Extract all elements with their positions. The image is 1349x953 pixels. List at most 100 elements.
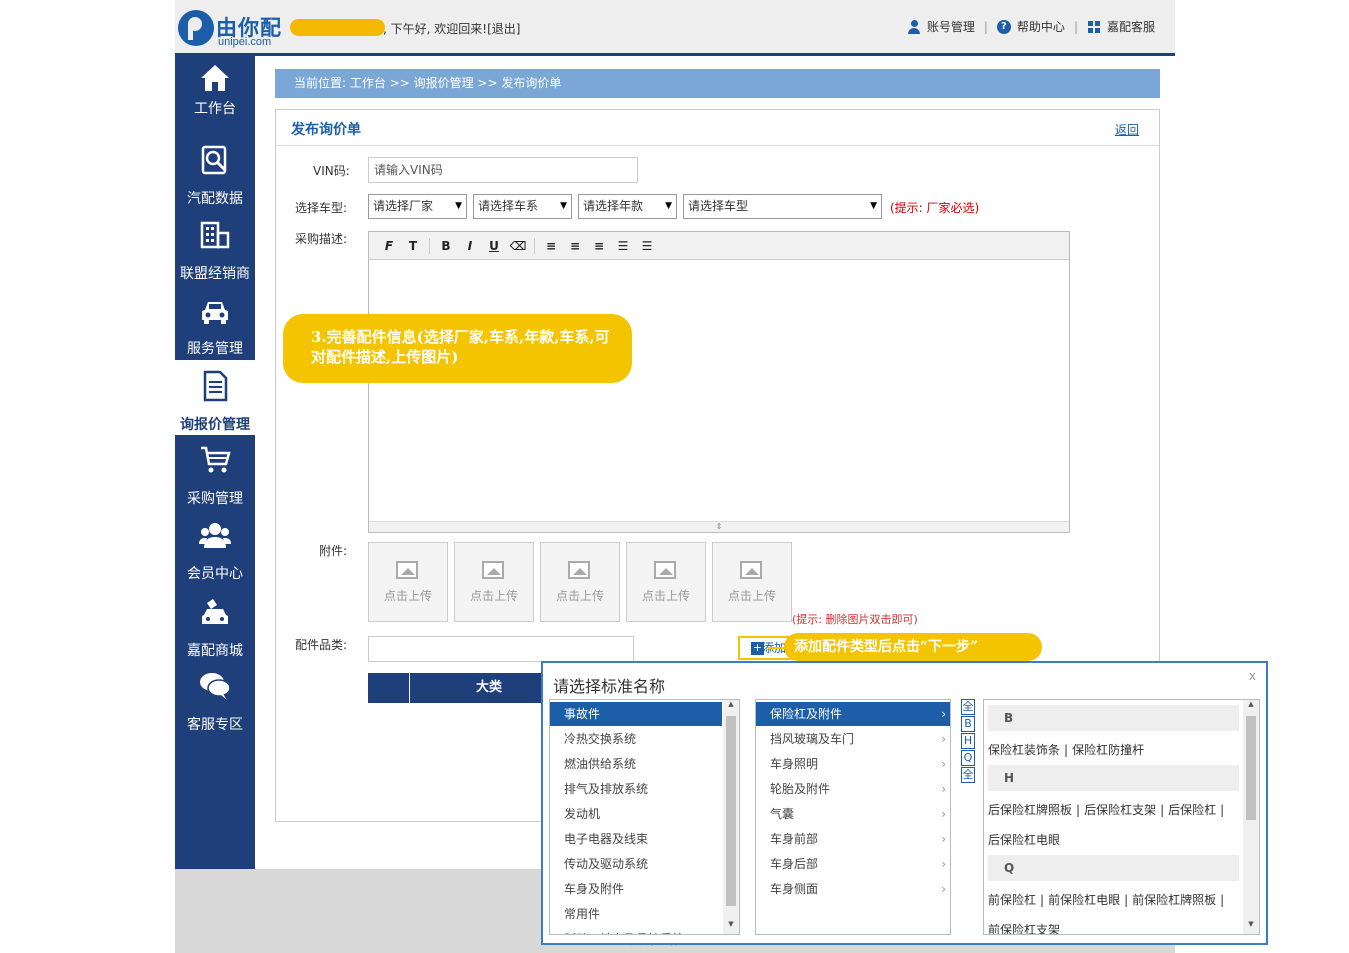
list-item[interactable]: 挡风玻璃及车门 › xyxy=(756,727,950,751)
search-doc-icon xyxy=(201,145,227,175)
bold-button[interactable]: B xyxy=(434,239,458,253)
scroll-up-icon[interactable]: ▲ xyxy=(1243,700,1259,714)
list-item[interactable]: 气囊 › xyxy=(756,802,950,826)
italic-button[interactable]: I xyxy=(458,239,482,253)
name-option[interactable]: 保险杠装饰条 xyxy=(988,743,1060,757)
name-option[interactable]: 保险杠防撞杆 xyxy=(1072,743,1144,757)
name-option[interactable]: 前保险杠支架 xyxy=(988,923,1060,934)
list-item-label: 保险杠及附件 xyxy=(770,707,843,721)
link-divider: | xyxy=(1073,19,1078,34)
scroll-thumb[interactable] xyxy=(726,716,736,906)
name-option[interactable]: 前保险杠电眼 xyxy=(1048,893,1120,907)
sidebar-item-service[interactable]: 服务管理 xyxy=(175,290,255,365)
name-option[interactable]: 前保险杠牌照板 xyxy=(1132,893,1216,907)
upload-slot[interactable]: 点击上传 xyxy=(626,542,706,622)
letter-filter-all[interactable]: 全 xyxy=(961,699,975,715)
align-center-button[interactable]: ≡ xyxy=(563,239,587,253)
font-size-button[interactable]: T xyxy=(401,239,425,253)
logo-mark-icon xyxy=(178,10,214,46)
back-link[interactable]: 返回 xyxy=(1115,121,1139,138)
list-item[interactable]: 传动及驱动系统 xyxy=(550,852,722,876)
sidebar-item-workbench[interactable]: 工作台 xyxy=(175,56,255,131)
name-option[interactable]: 后保险杠支架 xyxy=(1084,803,1156,817)
clear-format-button[interactable]: ⌫ xyxy=(506,239,530,253)
list-item[interactable]: 常用件 xyxy=(550,902,722,926)
list-item-label: 车身后部 xyxy=(770,857,819,871)
list-item[interactable]: 车身后部 › xyxy=(756,852,950,876)
step3-callout: 3.完善配件信息(选择厂家,车系,年款,车系,可对配件描述,上传图片) xyxy=(283,314,632,383)
maker-select[interactable]: 请选择厂家 ▼ xyxy=(368,194,467,219)
list-item[interactable]: 保险杠及附件 › xyxy=(756,702,950,726)
list-item[interactable]: 冷热交换系统 xyxy=(550,727,722,751)
vin-input[interactable]: 请输入VIN码 xyxy=(368,157,638,183)
service-link[interactable]: 嘉配客服 xyxy=(1087,18,1155,35)
editor-resize-grip[interactable]: ⇕ xyxy=(369,521,1069,532)
upload-slot[interactable]: 点击上传 xyxy=(540,542,620,622)
ordered-list-button[interactable]: ☰ xyxy=(611,239,635,253)
scroll-thumb[interactable] xyxy=(1246,716,1256,820)
scroll-up-icon[interactable]: ▲ xyxy=(723,700,739,714)
category-list-scrollbar[interactable]: ▲ ▼ xyxy=(723,700,739,934)
list-item[interactable]: 发动机 xyxy=(550,802,722,826)
name-option[interactable]: 后保险杠电眼 xyxy=(988,833,1060,847)
list-item[interactable]: 车身前部 › xyxy=(756,827,950,851)
list-item[interactable]: 制动、转向及悬挂系统 xyxy=(550,927,722,934)
chevron-right-icon: › xyxy=(941,882,946,896)
unipei-logo[interactable]: 由你配 unipei.com xyxy=(178,10,288,50)
table-header-cell xyxy=(368,673,410,703)
name-option[interactable]: 后保险杠 xyxy=(1168,803,1216,817)
year-select[interactable]: 请选择年款 ▼ xyxy=(578,194,677,219)
user-icon xyxy=(907,19,921,34)
align-left-button[interactable]: ≡ xyxy=(539,239,563,253)
panel-header: 发布询价单 返回 xyxy=(276,110,1159,146)
cart-icon xyxy=(201,446,231,473)
scroll-down-icon[interactable]: ▼ xyxy=(1243,920,1259,934)
upload-slot[interactable]: 点击上传 xyxy=(454,542,534,622)
name-option[interactable]: 前保险杠 xyxy=(988,893,1036,907)
group-header: Q xyxy=(988,855,1239,881)
name-option[interactable]: 后保险杠牌照板 xyxy=(988,803,1072,817)
sidebar-item-dealers[interactable]: 联盟经销商 xyxy=(175,213,255,288)
model-select[interactable]: 请选择车型 ▼ xyxy=(683,194,882,219)
sidebar-item-inquiry[interactable]: 询报价管理 xyxy=(175,360,255,435)
sidebar-item-support[interactable]: 客服专区 xyxy=(175,666,255,741)
list-item[interactable]: 排气及排放系统 xyxy=(550,777,722,801)
list-item-label: 轮胎及附件 xyxy=(770,782,831,796)
letter-filter-q[interactable]: Q xyxy=(961,750,975,766)
name-list-scrollbar[interactable]: ▲ ▼ xyxy=(1243,700,1259,934)
upload-slot[interactable]: 点击上传 xyxy=(368,542,448,622)
underline-button[interactable]: U xyxy=(482,239,506,253)
list-item[interactable]: 事故件 xyxy=(550,702,722,726)
group-items: 前保险杠 | 前保险杠电眼 | 前保险杠牌照板 | 前保险杠支架 xyxy=(988,885,1240,934)
list-item[interactable]: 轮胎及附件 › xyxy=(756,777,950,801)
model-label: 选择车型: xyxy=(295,201,348,215)
help-link[interactable]: ? 帮助中心 xyxy=(996,18,1065,35)
sidebar-item-members[interactable]: 会员中心 xyxy=(175,514,255,589)
upload-slot[interactable]: 点击上传 xyxy=(712,542,792,622)
sidebar-item-mall[interactable]: 嘉配商城 xyxy=(175,591,255,666)
upload-hint: (提示: 删除图片双击即可) xyxy=(792,613,918,626)
scroll-down-icon[interactable]: ▼ xyxy=(723,920,739,934)
align-right-button[interactable]: ≡ xyxy=(587,239,611,253)
logout-link[interactable]: [退出] xyxy=(487,22,520,36)
category-input[interactable] xyxy=(368,636,634,662)
unordered-list-button[interactable]: ☰ xyxy=(635,239,659,253)
sidebar-item-label: 会员中心 xyxy=(187,566,243,582)
close-icon[interactable]: x xyxy=(1249,669,1256,683)
series-select[interactable]: 请选择车系 ▼ xyxy=(473,194,572,219)
list-item[interactable]: 车身侧面 › xyxy=(756,877,950,901)
font-family-button[interactable]: F xyxy=(377,239,401,253)
letter-filter-all-2[interactable]: 全 xyxy=(961,767,975,783)
list-item[interactable]: 燃油供给系统 xyxy=(550,752,722,776)
sidebar-item-parts-data[interactable]: 汽配数据 xyxy=(175,136,255,211)
list-item[interactable]: 电子电器及线束 xyxy=(550,827,722,851)
account-link[interactable]: 账号管理 xyxy=(907,18,975,35)
list-item[interactable]: 车身照明 › xyxy=(756,752,950,776)
letter-filter-h[interactable]: H xyxy=(961,733,975,749)
page-title: 发布询价单 xyxy=(291,122,361,138)
letter-filter-b[interactable]: B xyxy=(961,716,975,732)
sidebar-item-purchase[interactable]: 采购管理 xyxy=(175,438,255,513)
list-item[interactable]: 车身及附件 xyxy=(550,877,722,901)
service-link-label: 嘉配客服 xyxy=(1106,20,1155,34)
sidebar-item-label: 工作台 xyxy=(194,101,236,117)
